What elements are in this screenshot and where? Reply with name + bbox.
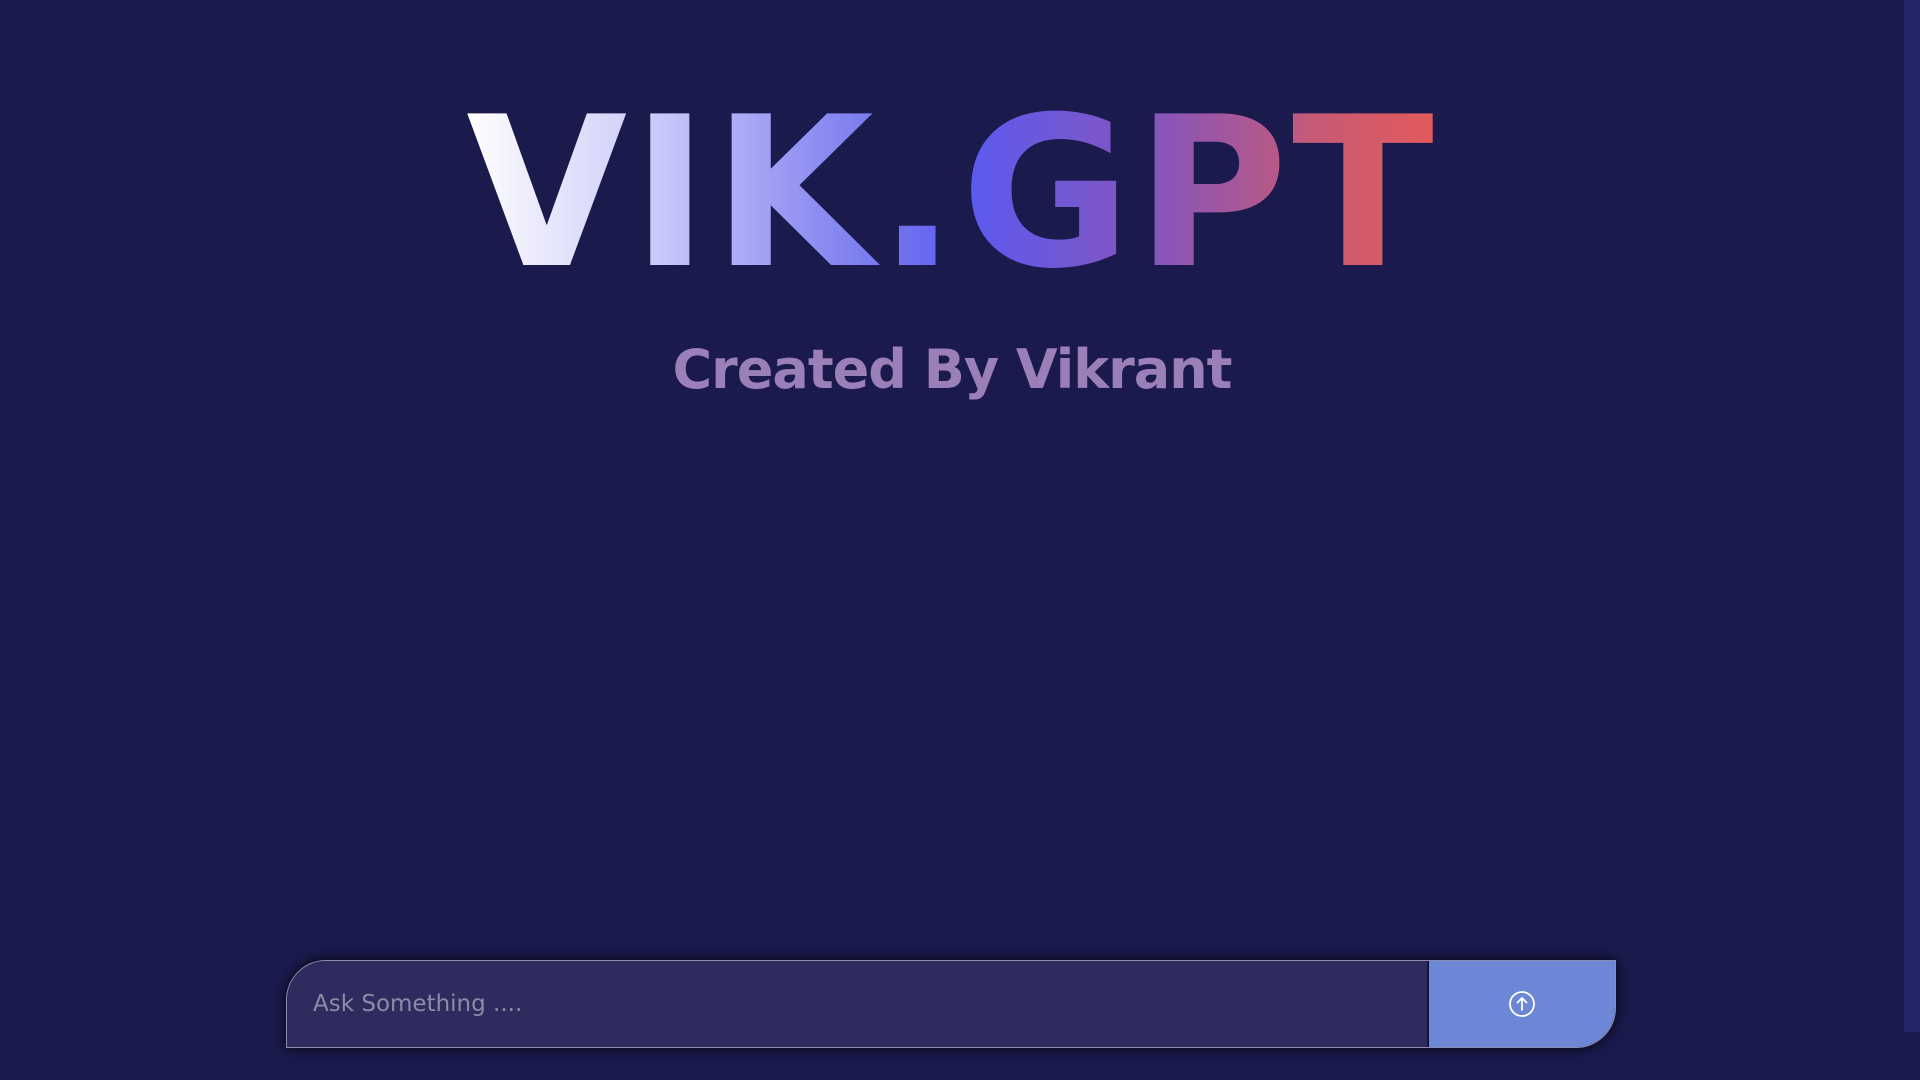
page: VIK.GPT Created By Vikrant — [0, 0, 1920, 1080]
app-subtitle: Created By Vikrant — [672, 338, 1233, 401]
hero: VIK.GPT Created By Vikrant — [0, 90, 1904, 401]
arrow-up-circle-icon — [1509, 991, 1535, 1017]
vertical-scrollbar[interactable] — [1904, 0, 1920, 1032]
prompt-input[interactable] — [287, 961, 1427, 1047]
send-button[interactable] — [1427, 961, 1615, 1047]
app-title: VIK.GPT — [466, 73, 1438, 315]
prompt-bar — [286, 960, 1616, 1048]
